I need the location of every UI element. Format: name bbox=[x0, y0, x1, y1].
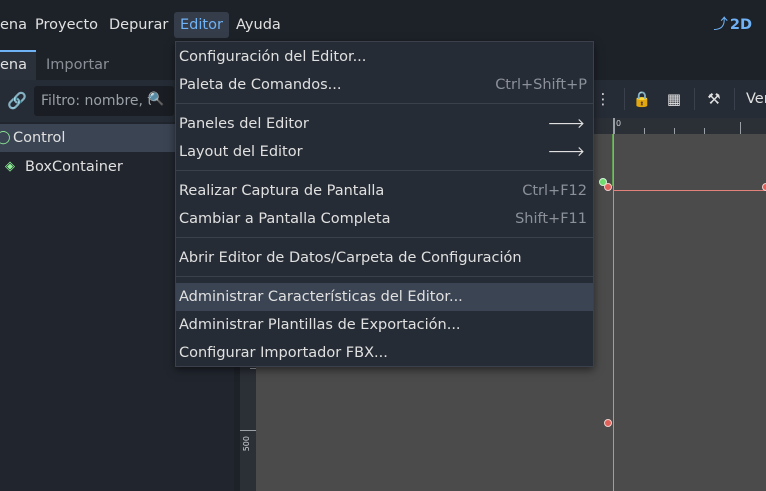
more-options-icon[interactable]: ⋮ bbox=[591, 88, 615, 110]
menu-depurar[interactable]: Depurar bbox=[103, 12, 174, 38]
tab-escena[interactable]: ena bbox=[0, 50, 36, 80]
menu-item-command-palette[interactable]: Paleta de Comandos... Ctrl+Shift+P bbox=[176, 71, 593, 99]
shortcut-label: Shift+F11 bbox=[515, 211, 587, 227]
resize-handle-left[interactable] bbox=[604, 419, 612, 427]
submenu-arrow-icon: 🡒 bbox=[547, 144, 585, 160]
menu-proyecto[interactable]: Proyecto bbox=[29, 12, 104, 38]
lock-icon[interactable]: 🔒 bbox=[630, 88, 654, 110]
toolbar-divider bbox=[734, 88, 735, 110]
ruler-zero-label: 0 bbox=[616, 119, 622, 128]
menu-separator bbox=[176, 170, 593, 171]
mode-2d-button[interactable]: ⤴ 2D bbox=[713, 12, 752, 38]
boxcontainer-node-icon: ◈ bbox=[5, 159, 15, 174]
control-rect-top-edge bbox=[613, 190, 766, 191]
control-rect-left-edge bbox=[613, 118, 614, 491]
menu-item-manage-features[interactable]: Administrar Características del Editor..… bbox=[176, 283, 593, 311]
view-menu-button[interactable]: Ver bbox=[746, 88, 766, 110]
menu-separator bbox=[176, 276, 593, 277]
menu-ayuda[interactable]: Ayuda bbox=[230, 12, 287, 38]
editor-dropdown-menu: Configuración del Editor... Paleta de Co… bbox=[175, 41, 594, 367]
2d-mode-icon: ⤴ bbox=[713, 17, 728, 33]
menu-item-screenshot[interactable]: Realizar Captura de Pantalla Ctrl+F12 bbox=[176, 177, 593, 205]
tree-item-label: Control bbox=[13, 130, 66, 146]
menu-item-editor-docks[interactable]: Paneles del Editor 🡒 bbox=[176, 110, 593, 138]
menu-separator bbox=[176, 103, 593, 104]
menu-item-fbx-importer[interactable]: Configurar Importador FBX... bbox=[176, 339, 593, 367]
viewport-toolbar: ⋮ 🔒 ▦ ⚒ Ver bbox=[594, 80, 766, 118]
mode-2d-label: 2D bbox=[729, 17, 752, 33]
menu-separator bbox=[176, 237, 593, 238]
control-node-icon: ◯ bbox=[0, 130, 11, 145]
ruler-500-label: 500 bbox=[242, 436, 251, 452]
menu-item-export-templates[interactable]: Administrar Plantillas de Exportación... bbox=[176, 311, 593, 339]
tab-importar[interactable]: Importar bbox=[38, 50, 117, 80]
menu-item-open-data-folder[interactable]: Abrir Editor de Datos/Carpeta de Configu… bbox=[176, 244, 593, 272]
resize-handle-top-right[interactable] bbox=[762, 183, 766, 191]
group-icon[interactable]: ▦ bbox=[662, 88, 686, 110]
shortcut-label: Ctrl+Shift+P bbox=[495, 77, 587, 93]
menu-item-fullscreen[interactable]: Cambiar a Pantalla Completa Shift+F11 bbox=[176, 205, 593, 233]
menu-item-editor-settings[interactable]: Configuración del Editor... bbox=[176, 43, 593, 71]
link-icon[interactable]: 🔗 bbox=[6, 90, 28, 112]
toolbar-divider bbox=[694, 88, 695, 110]
bone-icon[interactable]: ⚒ bbox=[702, 88, 726, 110]
resize-handle-top-left[interactable] bbox=[604, 183, 612, 191]
menu-item-editor-layout[interactable]: Layout del Editor 🡒 bbox=[176, 138, 593, 166]
search-icon: 🔍 bbox=[148, 92, 165, 107]
tree-item-label: BoxContainer bbox=[25, 159, 123, 175]
toolbar-divider bbox=[624, 88, 625, 110]
submenu-arrow-icon: 🡒 bbox=[547, 116, 585, 132]
menu-editor[interactable]: Editor bbox=[174, 12, 229, 38]
shortcut-label: Ctrl+F12 bbox=[522, 183, 587, 199]
